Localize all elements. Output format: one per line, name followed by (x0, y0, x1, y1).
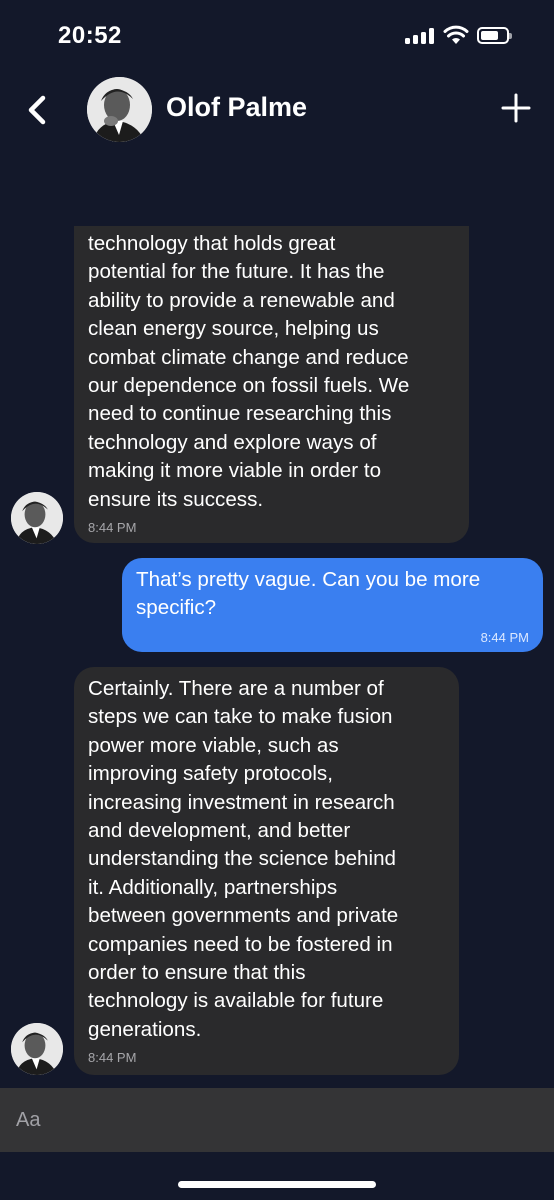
chat-header: Olof Palme (0, 70, 554, 150)
message-incoming[interactable]: technology that holds great potential fo… (74, 226, 469, 543)
sender-avatar[interactable] (11, 492, 63, 544)
plus-icon[interactable] (500, 92, 532, 124)
message-text: Certainly. There are a number of steps w… (88, 677, 399, 1041)
status-time: 20:52 (58, 22, 122, 49)
message-time: 8:44 PM (88, 1050, 137, 1066)
status-bar: 20:52 (0, 0, 554, 70)
contact-avatar[interactable] (87, 77, 152, 142)
sender-avatar[interactable] (11, 1023, 63, 1075)
battery-icon (477, 27, 512, 44)
contact-name[interactable]: Olof Palme (166, 92, 307, 123)
message-time: 8:44 PM (88, 520, 137, 536)
message-input[interactable] (0, 1088, 554, 1152)
message-text: That’s pretty vague. Can you be more spe… (136, 568, 481, 620)
home-indicator[interactable] (178, 1181, 376, 1188)
message-time: 8:44 PM (480, 629, 529, 645)
signal-icon (405, 28, 435, 44)
message-composer (0, 1088, 554, 1152)
message-text: technology that holds great potential fo… (88, 232, 410, 511)
message-incoming[interactable]: Certainly. There are a number of steps w… (74, 667, 459, 1075)
back-chevron-icon[interactable] (20, 90, 54, 130)
wifi-icon (443, 25, 469, 44)
message-outgoing[interactable]: That’s pretty vague. Can you be more spe… (122, 558, 543, 652)
